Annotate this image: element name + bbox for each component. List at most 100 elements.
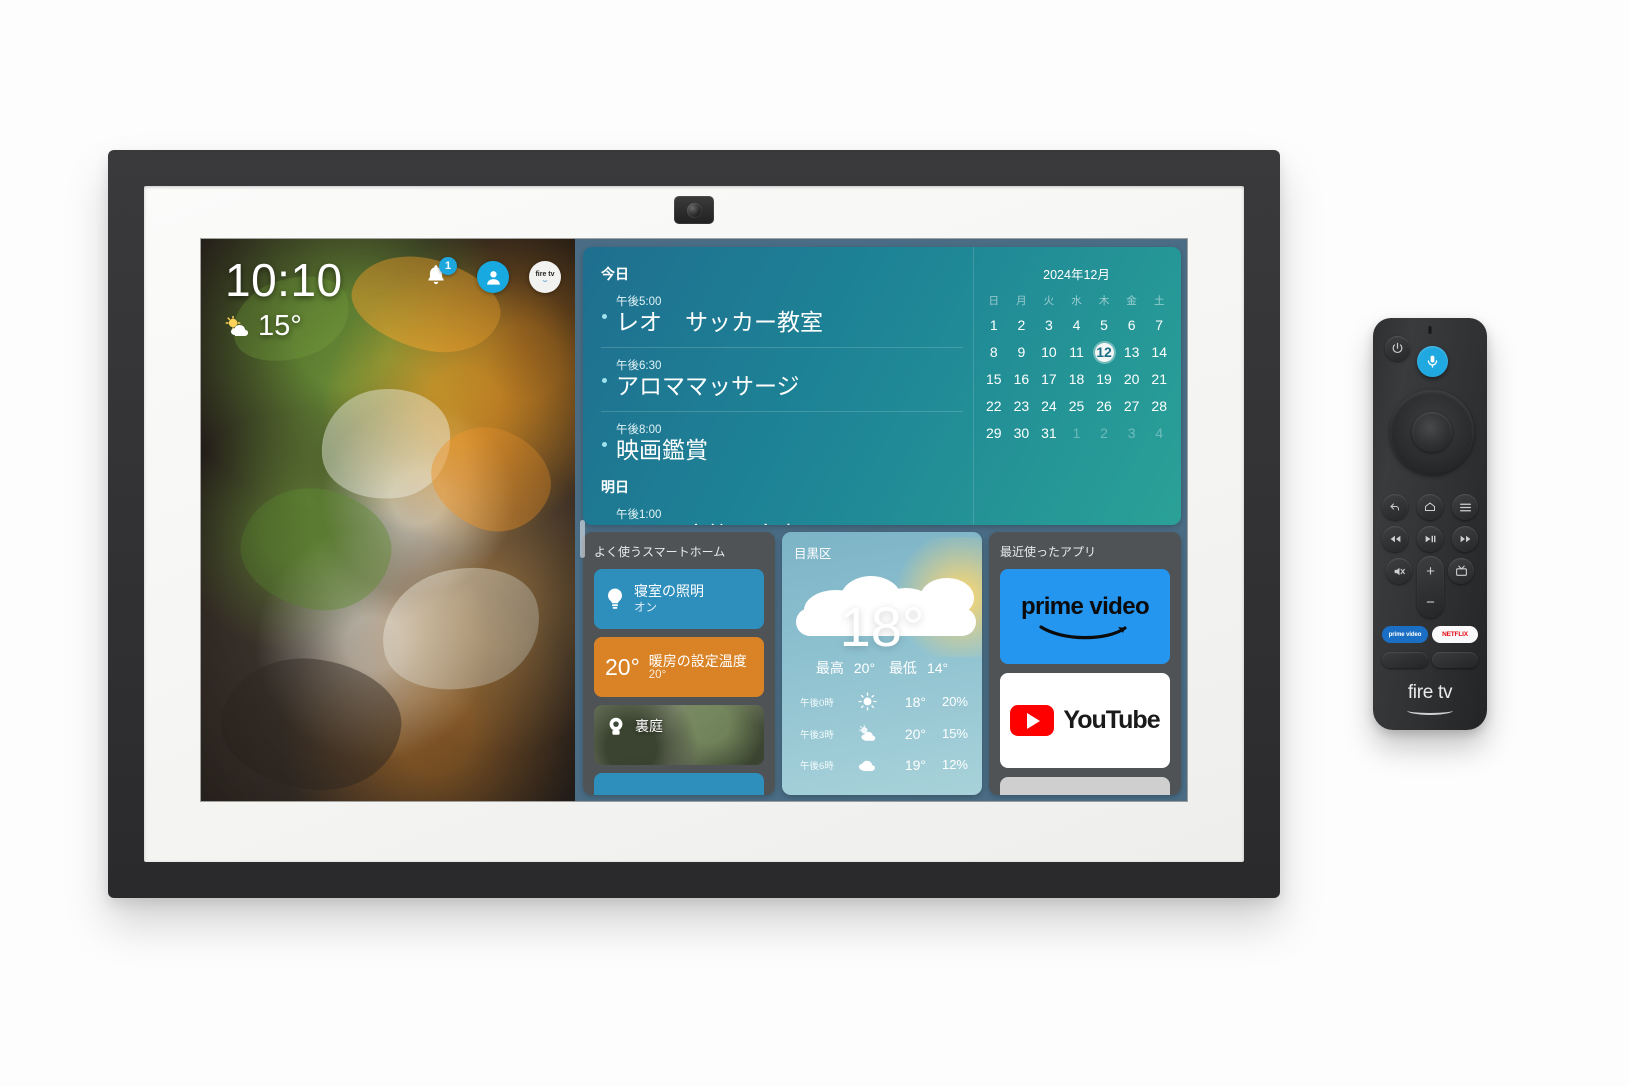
agenda-event[interactable]: 午後5:00 レオ サッカー教室 (601, 293, 963, 336)
calendar-day[interactable]: 29 (980, 424, 1008, 443)
select-button[interactable] (1412, 412, 1452, 452)
mute-button[interactable] (1386, 558, 1412, 584)
hourly-forecast-row: 午後6時 19° 12% (800, 756, 968, 773)
forecast-temp: 19° (904, 756, 926, 773)
calendar-weekday-header: 木 (1098, 295, 1110, 307)
calendar-day[interactable]: 6 (1118, 316, 1146, 335)
menu-icon (1459, 503, 1471, 511)
calendar-day[interactable]: 31 (1035, 424, 1063, 443)
app-tile-partial[interactable] (1000, 777, 1170, 795)
calendar-day-today[interactable]: 12 (1094, 343, 1114, 362)
calendar-day[interactable]: 14 (1145, 343, 1173, 362)
volume-rocker[interactable]: + − (1417, 556, 1444, 618)
calendar-card[interactable]: 今日 午後5:00 レオ サッカー教室 午後6:30 アロママッサージ 午後8:… (583, 247, 1181, 525)
month-calendar[interactable]: 2024年12月 日月火水木金土 1 2 3 4 5 6 7 8 9 10 11 12 13 14 15 16 1… (973, 247, 1181, 525)
event-name: アロママッサージ (616, 372, 800, 399)
app-tile-prime-video[interactable]: prime video (1000, 569, 1170, 664)
calendar-day[interactable]: 17 (1035, 370, 1063, 389)
person-icon (486, 270, 500, 285)
agenda-event[interactable]: 午後6:30 アロママッサージ (601, 357, 963, 400)
calendar-day[interactable]: 16 (1008, 370, 1036, 389)
camera-icon (609, 717, 623, 735)
live-tv-button[interactable] (1448, 558, 1474, 584)
calendar-day[interactable]: 1 (1063, 424, 1091, 443)
calendar-day[interactable]: 21 (1145, 370, 1173, 389)
screen-side-button[interactable] (580, 520, 585, 558)
weather-high-low: 最高 20° 最低 14° (782, 658, 982, 678)
widget-pane: 今日 午後5:00 レオ サッカー教室 午後6:30 アロママッサージ 午後8:… (575, 239, 1187, 801)
calendar-day[interactable]: 8 (980, 343, 1008, 362)
agenda-heading-today: 今日 (601, 266, 629, 282)
smart-home-tile-light[interactable]: 寝室の照明 オン (594, 569, 764, 629)
netflix-shortcut-button[interactable]: NETFLIX (1432, 626, 1478, 643)
agenda-event[interactable]: 午後8:00 映画鑑賞 (601, 421, 963, 464)
calendar-day[interactable]: 11 (1063, 343, 1091, 362)
calendar-day[interactable]: 27 (1118, 397, 1146, 416)
calendar-day[interactable]: 24 (1035, 397, 1063, 416)
firetv-badge[interactable]: fire tv ⌣ (529, 261, 561, 293)
app-tile-youtube[interactable]: YouTube (1000, 673, 1170, 768)
volume-up-button[interactable]: + (1426, 563, 1435, 580)
tile-sub: 20° (648, 669, 667, 682)
hourly-forecast-row: 午後0時 18° 20% (800, 692, 968, 711)
weather-card[interactable]: 目黒区 18° 最高 20° 最低 14° 午後0時 18° 20% 午後3時 … (782, 532, 982, 795)
fire-tv-remote: + − prime video NETFLIX fire tv (1373, 318, 1487, 730)
calendar-day[interactable]: 20 (1118, 370, 1146, 389)
calendar-day[interactable]: 1 (980, 316, 1008, 335)
calendar-day[interactable]: 4 (1145, 424, 1173, 443)
event-name: レオ サッカー教室 (616, 309, 823, 335)
calendar-day[interactable]: 23 (1008, 397, 1036, 416)
fast-forward-button[interactable] (1452, 526, 1478, 552)
calendar-day[interactable]: 18 (1063, 370, 1091, 389)
calendar-day[interactable]: 30 (1008, 424, 1036, 443)
calendar-day[interactable]: 26 (1090, 397, 1118, 416)
calendar-day[interactable]: 19 (1090, 370, 1118, 389)
volume-down-button[interactable]: − (1426, 594, 1435, 611)
home-button[interactable] (1417, 494, 1443, 520)
voice-button[interactable] (1417, 346, 1448, 377)
calendar-day[interactable]: 10 (1035, 343, 1063, 362)
dpad-navigation[interactable] (1390, 390, 1474, 474)
calendar-day[interactable]: 7 (1145, 316, 1173, 335)
smart-display-device: 10:10 15° 1 fire tv ⌣ 今日 午後5:00 レオ サッカー教… (108, 150, 1280, 898)
calendar-day[interactable]: 25 (1063, 397, 1091, 416)
notification-button[interactable]: 1 (423, 257, 457, 292)
event-time: 午後6:30 (616, 359, 662, 372)
calendar-day[interactable]: 9 (1008, 343, 1036, 362)
calendar-day[interactable]: 2 (1008, 316, 1036, 335)
camera-lens (686, 202, 702, 218)
prime-video-shortcut-button[interactable]: prime video (1382, 626, 1428, 643)
calendar-day[interactable]: 3 (1118, 424, 1146, 443)
calendar-day[interactable]: 28 (1145, 397, 1173, 416)
app-shortcut-button-3[interactable] (1382, 652, 1428, 668)
divider (601, 346, 963, 348)
calendar-day[interactable]: 5 (1090, 316, 1118, 335)
calendar-day[interactable]: 4 (1063, 316, 1091, 335)
avatar[interactable] (477, 261, 509, 293)
calendar-day[interactable]: 2 (1090, 424, 1118, 443)
smart-home-tile-partial[interactable] (594, 773, 764, 795)
clock-time: 10:10 (225, 254, 343, 306)
event-time: 午後8:00 (616, 423, 662, 436)
prime-video-icon: prime video (1020, 592, 1150, 620)
menu-button[interactable] (1452, 494, 1478, 520)
calendar-day[interactable]: 15 (980, 370, 1008, 389)
tile-sub: オン (634, 602, 657, 615)
calendar-day[interactable]: 3 (1035, 316, 1063, 335)
forecast-time: 午後6時 (800, 760, 834, 772)
back-button[interactable] (1382, 494, 1408, 520)
calendar-grid: 日月火水木金土 1 2 3 4 5 6 7 8 9 10 11 12 13 14 15 16 17 18 19 20 21… (980, 293, 1173, 443)
power-button[interactable] (1385, 336, 1410, 361)
display-screen: 10:10 15° 1 fire tv ⌣ 今日 午後5:00 レオ サッカー教… (201, 239, 1187, 801)
play-pause-button[interactable] (1417, 526, 1443, 552)
calendar-day[interactable]: 13 (1118, 343, 1146, 362)
smart-home-tile-camera[interactable]: 裏庭 (594, 705, 764, 765)
microphone-hole (1428, 326, 1432, 334)
event-name: リリカ家族と食事 (616, 522, 963, 525)
clock-widget[interactable]: 10:10 15° (225, 257, 343, 343)
app-shortcut-button-4[interactable] (1432, 652, 1478, 668)
rewind-button[interactable] (1382, 526, 1408, 552)
smart-home-tile-thermostat[interactable]: 20° 暖房の設定温度 20° (594, 637, 764, 697)
calendar-day[interactable]: 22 (980, 397, 1008, 416)
agenda-event[interactable]: 午後1:00 リリカ家族と食事 (601, 506, 963, 525)
